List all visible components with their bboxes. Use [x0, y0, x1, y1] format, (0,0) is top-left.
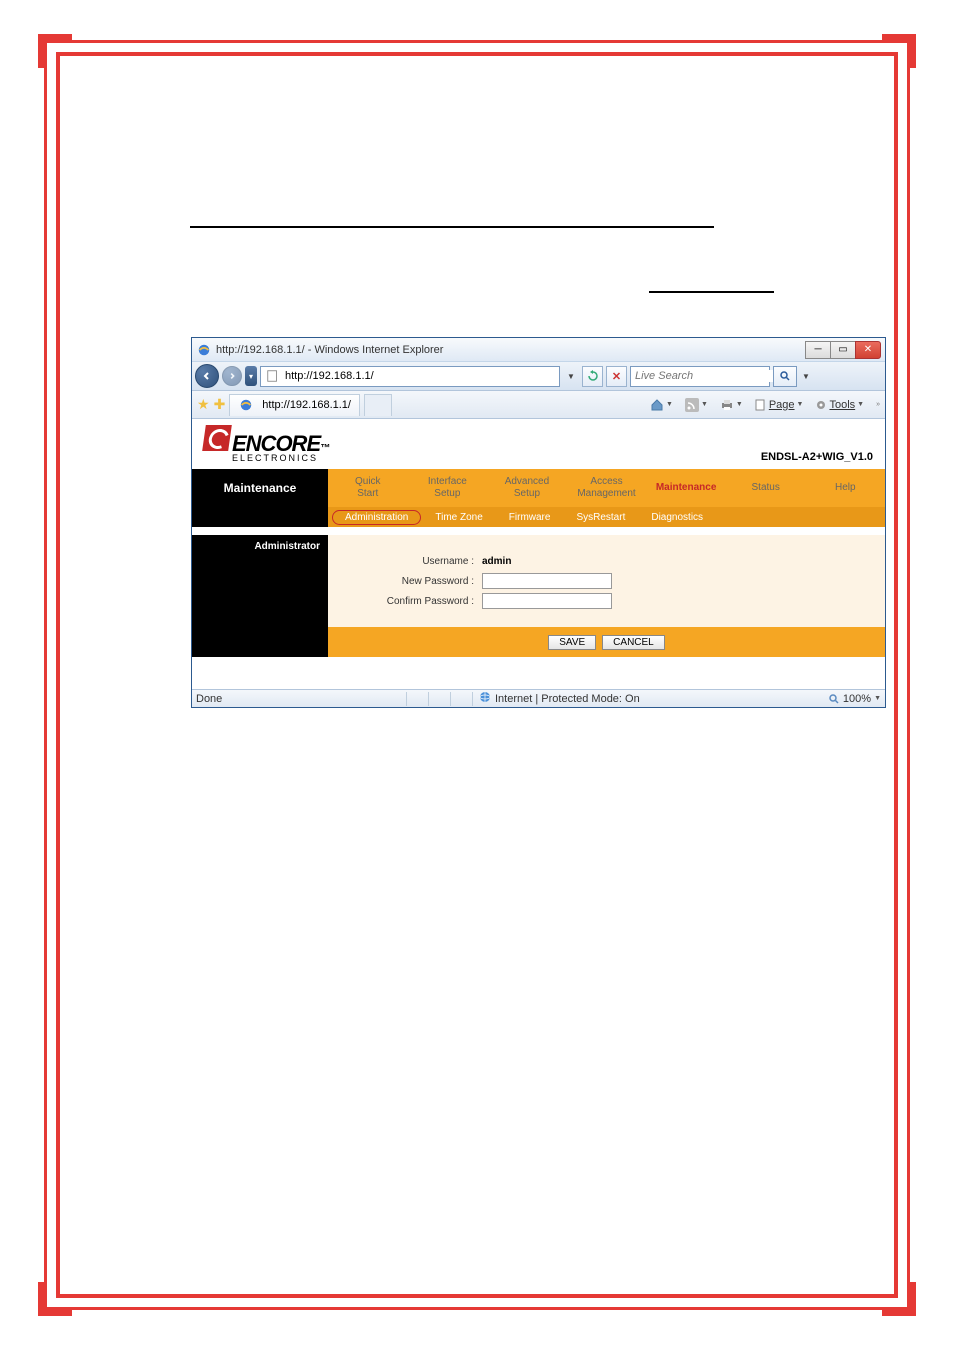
new-password-input[interactable] — [482, 573, 612, 589]
url-field[interactable] — [260, 366, 560, 387]
globe-icon — [479, 691, 491, 706]
username-label: Username : — [328, 556, 478, 567]
toolbar: ★ ✚ http://192.168.1.1/ ▼ ▼ — [192, 391, 885, 419]
admin-form: Administrator Username : admin New Passw… — [192, 535, 885, 627]
section-title: Maintenance — [192, 469, 328, 507]
tab-label: http://192.168.1.1/ — [262, 399, 351, 411]
status-text: Done — [196, 693, 406, 705]
add-favorite-icon[interactable]: ✚ — [214, 396, 226, 413]
username-value: admin — [482, 556, 511, 567]
tools-menu[interactable]: Tools ▼ — [811, 399, 868, 411]
tab-maintenance[interactable]: Maintenance — [646, 469, 726, 507]
close-button[interactable]: ✕ — [855, 341, 881, 359]
url-input[interactable] — [285, 370, 555, 382]
tab-interface-setup[interactable]: InterfaceSetup — [408, 469, 488, 507]
search-button[interactable] — [773, 366, 797, 387]
main-nav: Maintenance QuickStart InterfaceSetup Ad… — [192, 469, 885, 507]
maximize-button[interactable]: ▭ — [830, 341, 856, 359]
address-bar: ▾ ▼ ✕ ▼ — [192, 362, 885, 391]
tab-access-management[interactable]: AccessManagement — [567, 469, 647, 507]
logo-subtitle: ELECTRONICS — [232, 453, 329, 463]
subtab-timezone[interactable]: Time Zone — [423, 511, 494, 524]
security-zone: Internet | Protected Mode: On — [472, 692, 646, 706]
tab-help[interactable]: Help — [805, 469, 885, 507]
refresh-button[interactable] — [582, 366, 603, 387]
back-button[interactable] — [195, 364, 219, 388]
sub-nav: Administration Time Zone Firmware SysRes… — [192, 507, 885, 527]
button-bar: SAVE CANCEL — [192, 627, 885, 657]
page-content: ENCORE ™ ELECTRONICS ENDSL-A2+WIG_V1.0 M… — [192, 419, 885, 689]
new-tab-button[interactable] — [364, 394, 392, 416]
page-icon — [265, 368, 281, 384]
status-bar: Done Internet | Protected Mode: On 100% … — [192, 689, 885, 707]
ie-icon — [196, 342, 212, 358]
divider-line — [649, 291, 774, 293]
search-field[interactable] — [630, 366, 770, 387]
form-section-header: Administrator — [192, 535, 328, 627]
cancel-button[interactable]: CANCEL — [602, 635, 665, 650]
subtab-diagnostics[interactable]: Diagnostics — [639, 511, 715, 524]
new-password-label: New Password : — [328, 576, 478, 587]
browser-window: http://192.168.1.1/ - Windows Internet E… — [191, 337, 886, 708]
save-button[interactable]: SAVE — [548, 635, 596, 650]
tab-quick-start[interactable]: QuickStart — [328, 469, 408, 507]
confirm-password-label: Confirm Password : — [328, 596, 478, 607]
search-dropdown[interactable]: ▼ — [800, 366, 812, 387]
zoom-value: 100% — [843, 693, 871, 705]
subtab-firmware[interactable]: Firmware — [497, 511, 563, 524]
encore-logo: ENCORE ™ ELECTRONICS — [204, 425, 329, 463]
page-menu[interactable]: Page ▼ — [751, 399, 808, 411]
zoom-dropdown[interactable]: ▼ — [874, 695, 881, 702]
feeds-button[interactable]: ▼ — [681, 398, 712, 412]
window-title: http://192.168.1.1/ - Windows Internet E… — [216, 344, 806, 356]
zoom-icon — [828, 693, 840, 705]
page-frame: http://192.168.1.1/ - Windows Internet E… — [56, 52, 898, 1298]
window-titlebar: http://192.168.1.1/ - Windows Internet E… — [192, 338, 885, 362]
forward-button[interactable] — [222, 366, 242, 386]
subtab-administration[interactable]: Administration — [332, 510, 421, 525]
search-input[interactable] — [635, 370, 778, 382]
history-dropdown[interactable]: ▾ — [245, 366, 257, 386]
logo-mark-icon — [202, 425, 232, 451]
favorites-icon[interactable]: ★ — [197, 396, 210, 413]
zoom-control[interactable]: 100% ▼ — [828, 693, 881, 705]
ie-icon — [238, 397, 254, 413]
stop-button[interactable]: ✕ — [606, 366, 627, 387]
divider-line — [190, 226, 714, 228]
tab-advanced-setup[interactable]: AdvancedSetup — [487, 469, 567, 507]
firmware-version: ENDSL-A2+WIG_V1.0 — [761, 451, 873, 469]
router-header: ENCORE ™ ELECTRONICS ENDSL-A2+WIG_V1.0 — [192, 419, 885, 469]
subtab-sysrestart[interactable]: SysRestart — [564, 511, 637, 524]
minimize-button[interactable]: ─ — [805, 341, 831, 359]
print-button[interactable]: ▼ — [716, 398, 747, 412]
browser-tab[interactable]: http://192.168.1.1/ — [229, 394, 360, 416]
more-icon[interactable]: » — [876, 401, 880, 408]
logo-tm: ™ — [320, 443, 329, 454]
url-dropdown[interactable]: ▼ — [563, 372, 579, 381]
home-button[interactable]: ▼ — [646, 398, 677, 412]
tab-status[interactable]: Status — [726, 469, 806, 507]
confirm-password-input[interactable] — [482, 593, 612, 609]
